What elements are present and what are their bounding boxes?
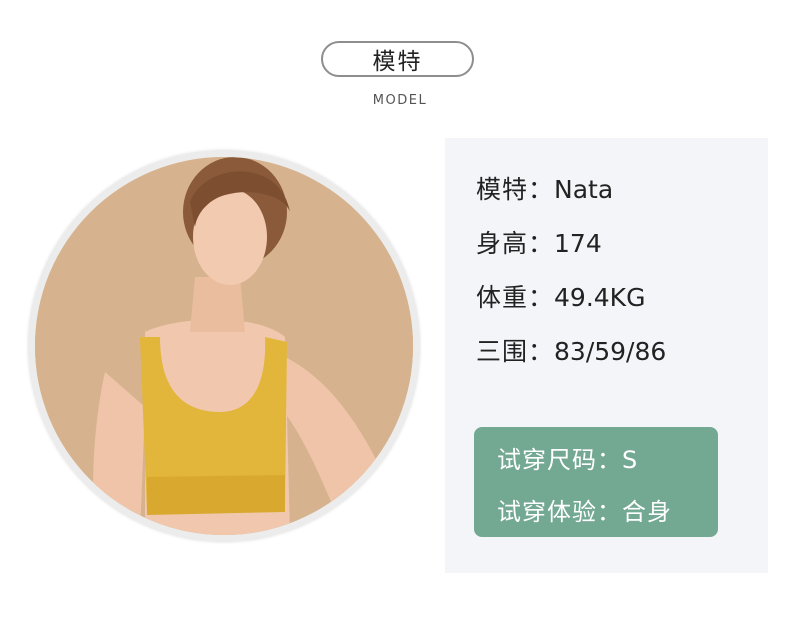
section-subtitle: MODEL: [372, 93, 428, 108]
section-title-pill: 模特: [321, 41, 474, 77]
info-row-weight: 体重：49.4KG: [476, 278, 645, 314]
fit-value: 合身: [622, 498, 672, 526]
fit-row-experience: 试穿体验：合身: [497, 492, 672, 527]
fit-row-size: 试穿尺码：S: [497, 440, 638, 475]
info-label: 三围：: [476, 337, 555, 366]
info-value: 49.4KG: [554, 283, 646, 312]
info-value: Nata: [554, 175, 614, 204]
fit-label: 试穿尺码：: [497, 446, 622, 474]
fit-value: S: [622, 446, 639, 474]
model-photo: [35, 157, 413, 535]
info-row-height: 身高：174: [476, 224, 602, 260]
info-value: 83/59/86: [554, 337, 667, 366]
model-illustration: [35, 157, 413, 535]
info-row-measurements: 三围：83/59/86: [476, 332, 666, 368]
fit-label: 试穿体验：: [497, 498, 622, 526]
info-label: 体重：: [476, 283, 555, 312]
info-value: 174: [554, 229, 602, 258]
info-row-model: 模特：Nata: [476, 170, 613, 206]
info-label: 身高：: [476, 229, 555, 258]
section-title: 模特: [372, 49, 423, 75]
info-label: 模特：: [476, 175, 555, 204]
